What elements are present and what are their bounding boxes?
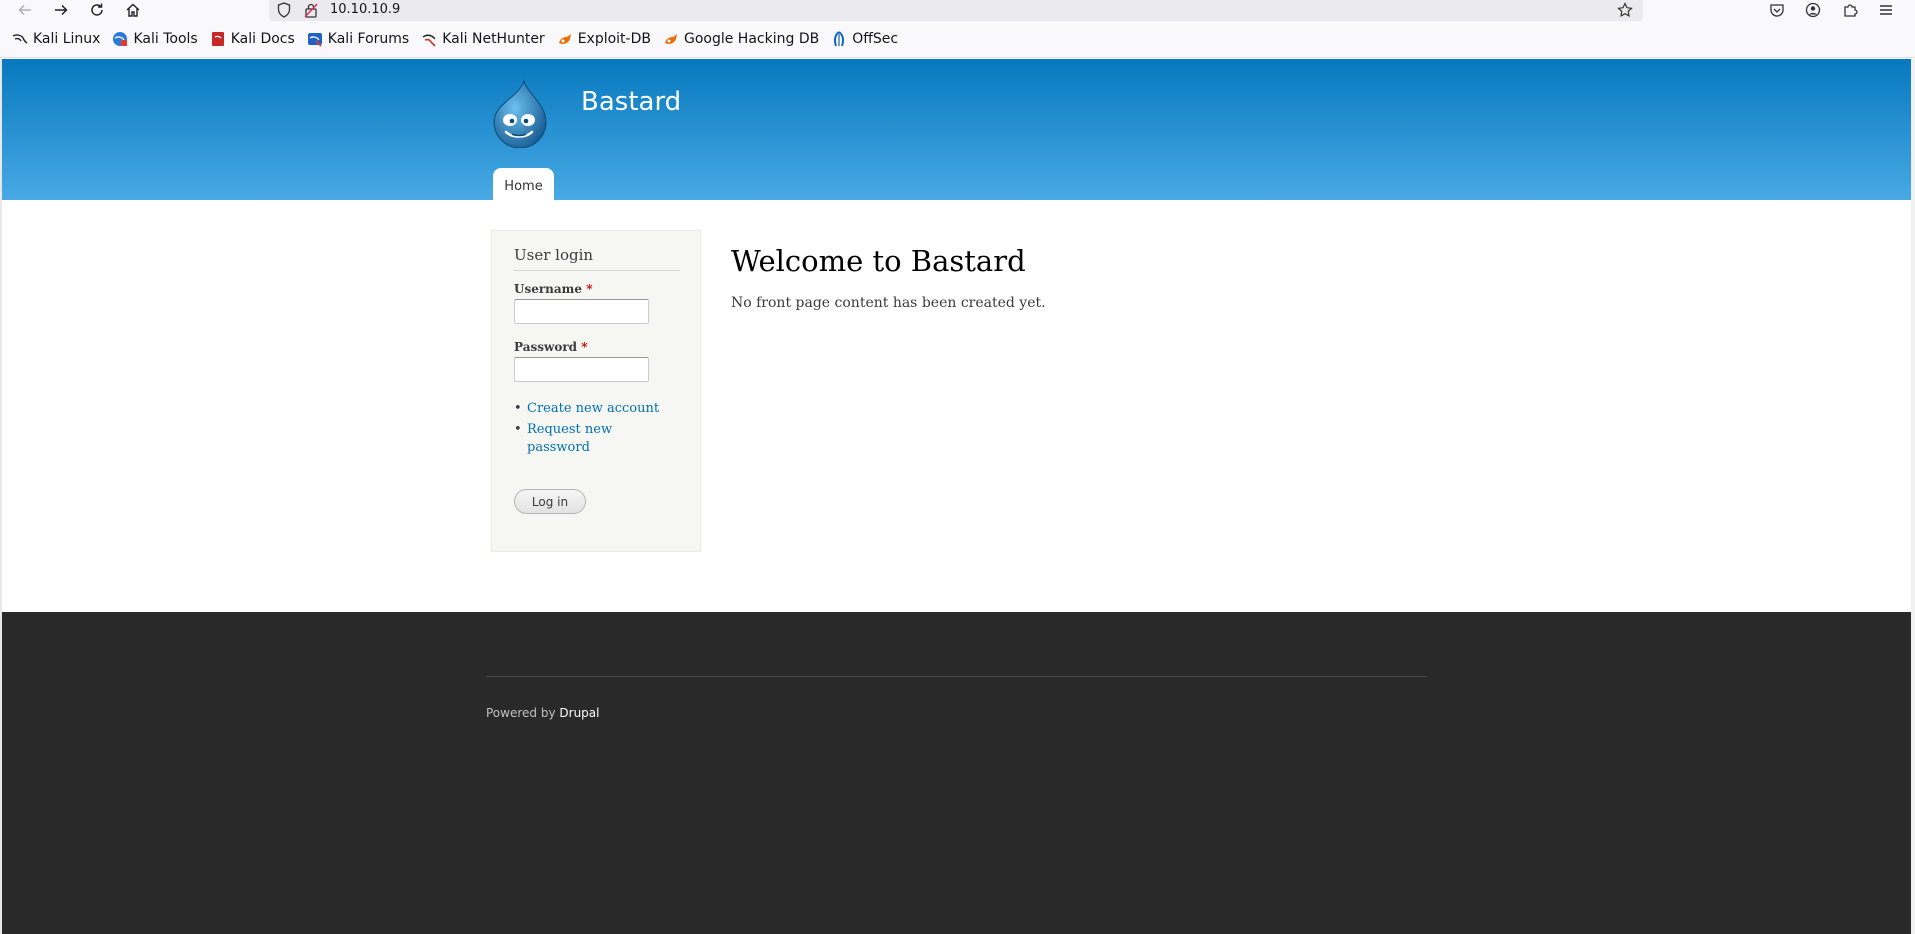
url-text[interactable]: 10.10.10.9: [330, 2, 400, 17]
drupal-logo[interactable]: [488, 78, 552, 149]
kali-docs-icon: [210, 31, 226, 47]
bookmark-kali-docs[interactable]: Kali Docs: [210, 31, 295, 47]
site-name[interactable]: Bastard: [581, 87, 681, 117]
bookmark-kali-tools[interactable]: Kali Tools: [112, 31, 198, 47]
bullet: •: [514, 422, 522, 437]
link-line[interactable]: password: [527, 440, 590, 455]
pocket-button[interactable]: [1765, 0, 1789, 20]
back-button[interactable]: [13, 0, 37, 20]
bookmark-kali-forums[interactable]: Kali Forums: [307, 31, 409, 47]
menu-button[interactable]: [1874, 0, 1898, 20]
kali-nethunter-icon: [421, 31, 437, 47]
login-links: • Create new account • Request new passwo…: [514, 400, 684, 460]
bookmark-label: Kali NetHunter: [442, 31, 545, 47]
offsec-icon: [831, 31, 847, 47]
username-input[interactable]: [514, 299, 649, 324]
insecure-lock-icon[interactable]: [304, 2, 318, 18]
forward-button[interactable]: [49, 0, 73, 20]
bookmark-label: Kali Docs: [230, 31, 295, 47]
footer-divider: [486, 676, 1427, 677]
home-icon: [126, 3, 140, 17]
log-in-button[interactable]: Log in: [514, 489, 586, 514]
password-label: Password *: [514, 340, 588, 354]
url-bar[interactable]: 10.10.10.9: [269, 0, 1643, 21]
exploit-db-icon: [663, 31, 679, 47]
reload-button[interactable]: [85, 0, 109, 20]
user-login-block: User login Username * Password * • Creat…: [491, 230, 701, 552]
bookmark-offsec[interactable]: OffSec: [831, 31, 898, 47]
bookmark-google-hacking-db[interactable]: Google Hacking DB: [663, 31, 819, 47]
username-label-text: Username: [514, 282, 583, 296]
list-item: • Request new password: [514, 421, 684, 457]
kali-dragon-icon: [12, 31, 28, 47]
bookmark-star-icon[interactable]: [1617, 2, 1633, 18]
pocket-icon: [1770, 4, 1784, 17]
arrow-right-icon: [55, 4, 68, 16]
bookmarks-toolbar: Kali Linux Kali Tools Kali Docs Kali For…: [0, 21, 1915, 58]
powered-by: Powered by Drupal: [486, 706, 599, 720]
extensions-button[interactable]: [1838, 0, 1862, 20]
site-header: Bastard Home: [2, 59, 1911, 201]
browser-toolbar: 10.10.10.9: [0, 0, 1915, 21]
create-account-link[interactable]: Create new account: [527, 401, 659, 416]
bullet: •: [514, 401, 522, 416]
arrow-left-icon: [18, 4, 31, 16]
front-page-message: No front page content has been created y…: [731, 295, 1046, 311]
bookmark-label: Kali Linux: [33, 31, 101, 47]
bookmark-label: OffSec: [852, 31, 899, 47]
shield-icon[interactable]: [277, 2, 291, 18]
block-title: User login: [514, 246, 680, 271]
bookmark-label: Google Hacking DB: [683, 31, 820, 47]
puzzle-icon: [1844, 4, 1858, 17]
page-title: Welcome to Bastard: [731, 244, 1026, 278]
password-label-text: Password: [514, 340, 578, 354]
account-icon: [1805, 2, 1821, 18]
kali-forums-icon: [307, 31, 323, 47]
account-button[interactable]: [1801, 0, 1825, 20]
password-input[interactable]: [514, 357, 649, 382]
drupal-drop-icon: [493, 79, 547, 149]
page-content: Bastard Home User login Username * Passw…: [2, 59, 1911, 934]
username-label: Username *: [514, 282, 592, 296]
kali-tools-icon: [112, 31, 128, 47]
bookmark-kali-linux[interactable]: Kali Linux: [12, 31, 100, 47]
bookmark-label: Exploit-DB: [577, 31, 651, 47]
drupal-link[interactable]: Drupal: [559, 706, 599, 720]
bookmark-label: Kali Tools: [133, 31, 198, 47]
required-marker: *: [581, 340, 588, 354]
link-line[interactable]: Request new: [527, 422, 612, 437]
required-marker: *: [586, 282, 593, 296]
reload-icon: [91, 3, 103, 16]
home-button[interactable]: [121, 0, 145, 20]
powered-by-text: Powered by: [486, 706, 556, 720]
exploit-db-icon: [557, 31, 573, 47]
site-footer: Powered by Drupal: [2, 612, 1911, 934]
nav-tab-home[interactable]: Home: [493, 168, 554, 201]
list-item: • Create new account: [514, 400, 684, 418]
hamburger-menu-icon: [1880, 5, 1892, 15]
scrollbar[interactable]: [1911, 59, 1915, 934]
bookmark-exploit-db[interactable]: Exploit-DB: [557, 31, 651, 47]
bookmark-kali-nethunter[interactable]: Kali NetHunter: [421, 31, 545, 47]
bookmark-label: Kali Forums: [327, 31, 410, 47]
request-password-link[interactable]: Request new password: [527, 422, 612, 455]
